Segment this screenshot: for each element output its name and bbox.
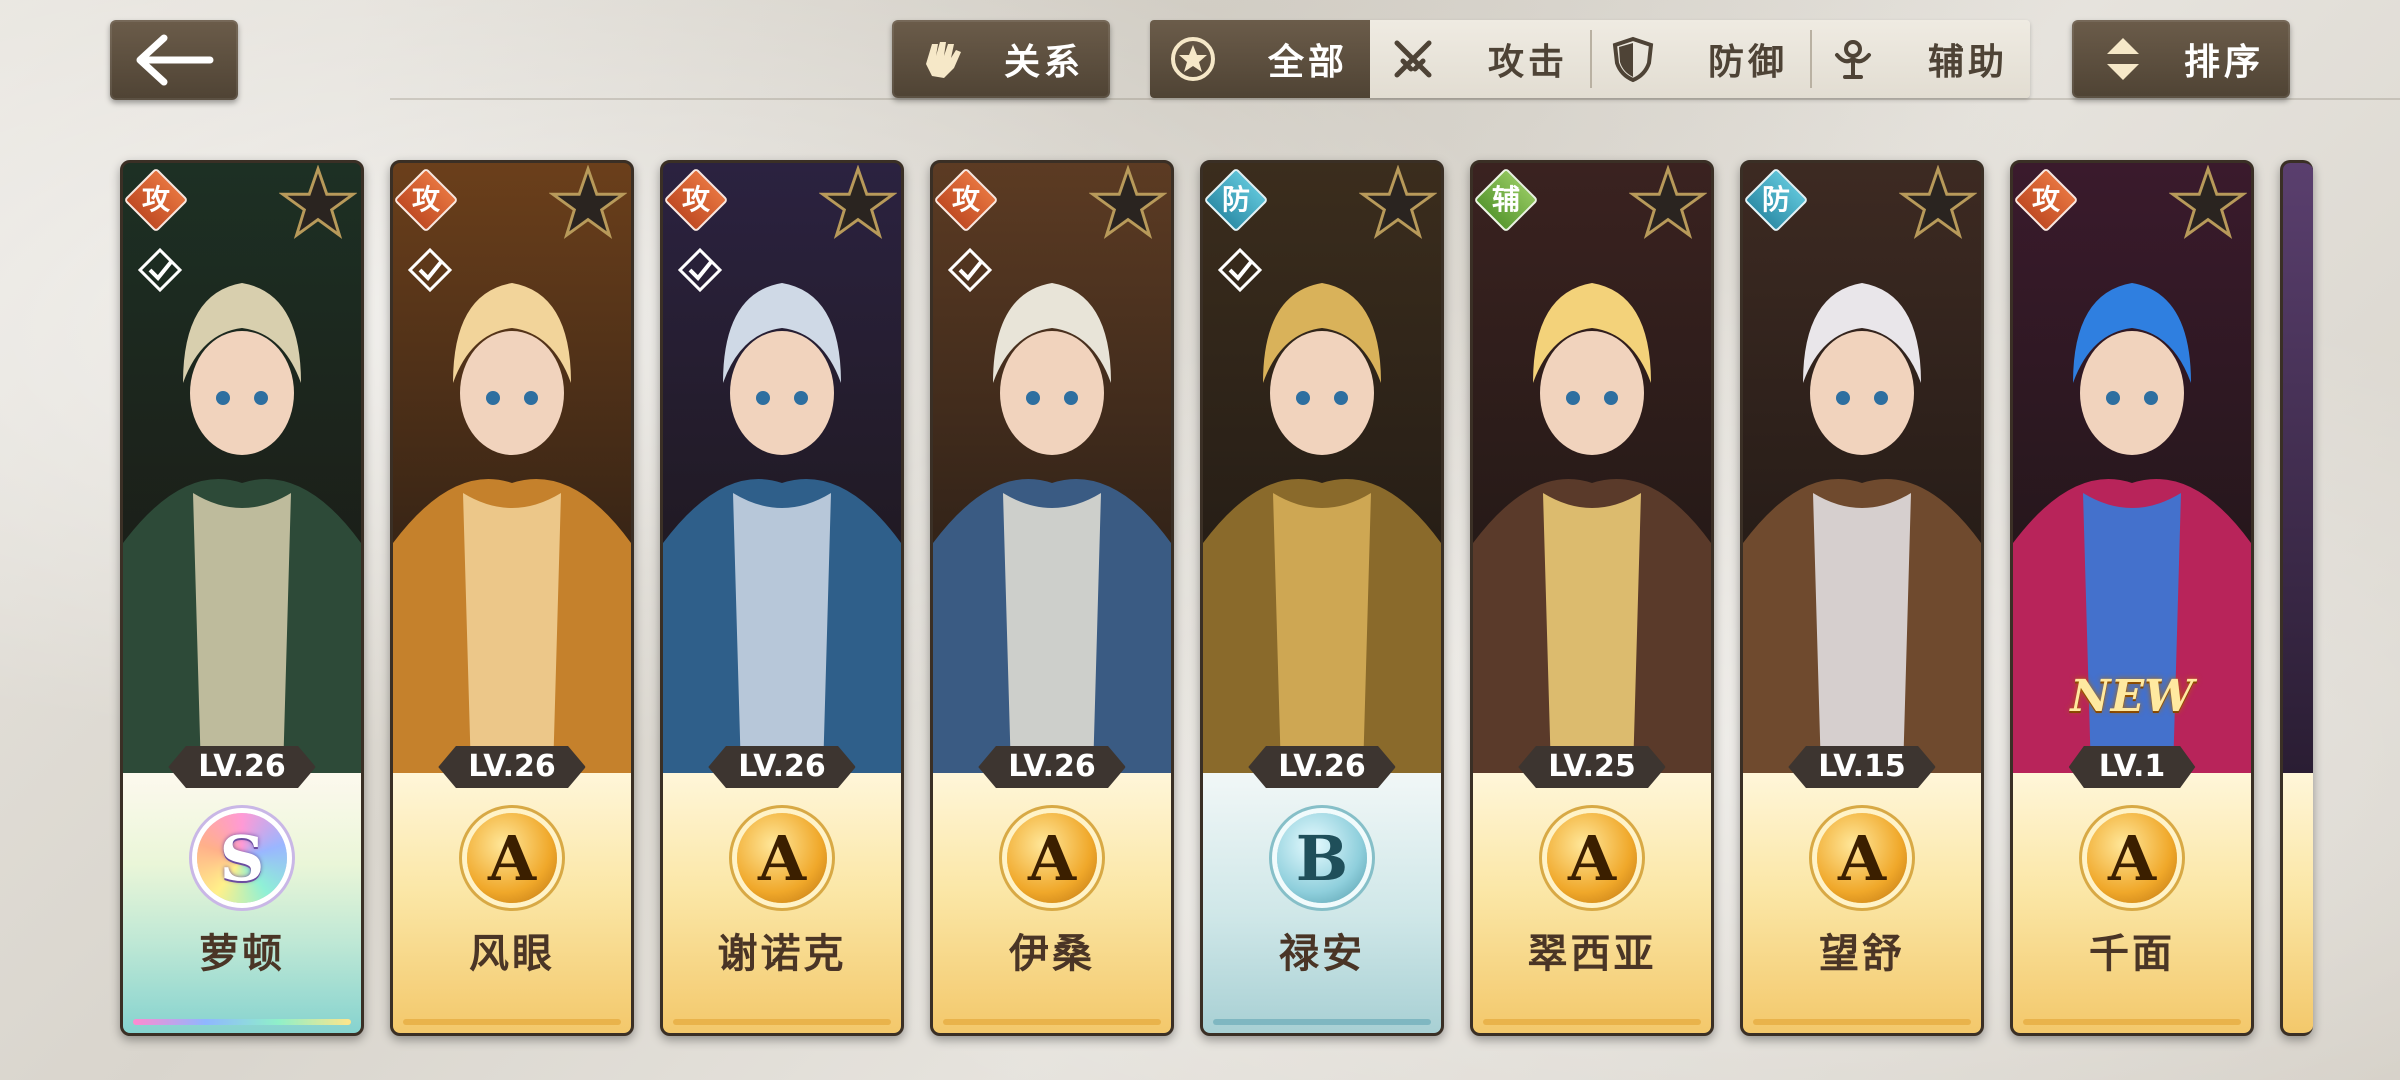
card-info: A 伊桑 (933, 773, 1171, 1033)
star-icon (1898, 164, 1978, 243)
character-card[interactable]: 攻 LV.26 A 风眼 (390, 160, 634, 1036)
character-card[interactable]: 防 LV.26 B 禄安 (1200, 160, 1444, 1036)
check-icon (407, 247, 453, 293)
role-badge-label: 攻 (141, 183, 170, 216)
check-icon (137, 247, 183, 293)
star-icon (1628, 164, 1708, 243)
rank-badge: S (197, 813, 287, 903)
star-icon (1358, 164, 1438, 243)
character-portrait (1743, 163, 1981, 773)
level-badge: LV.1 (2068, 746, 2196, 788)
rank-badge: A (2087, 813, 2177, 903)
sort-label: 排序 (2183, 42, 2264, 83)
level-badge: LV.15 (1788, 746, 1936, 788)
character-card[interactable]: 防 LV.15 A 望舒 (1740, 160, 1984, 1036)
tab-support[interactable]: 辅助 (1810, 20, 2030, 98)
character-card[interactable]: 攻 LV.26 A 谢诺克 (660, 160, 904, 1036)
relation-label: 关系 (1003, 42, 1084, 83)
tab-attack-label: 攻击 (1487, 42, 1568, 83)
rank-badge: A (1007, 813, 1097, 903)
tab-defense[interactable]: 防御 (1590, 20, 1810, 98)
rank-badge: A (467, 813, 557, 903)
character-portrait (1473, 163, 1711, 773)
support-figure-icon (1828, 34, 1878, 84)
level-badge: LV.26 (978, 746, 1126, 788)
role-badge-label: 防 (1221, 183, 1250, 216)
header-divider (390, 98, 2400, 100)
character-card-partial[interactable] (2280, 160, 2313, 1036)
progress-bar (943, 1019, 1161, 1025)
role-badge-label: 攻 (951, 183, 980, 216)
character-name: 望舒 (1819, 931, 1905, 977)
card-info: A 千面 (2013, 773, 2251, 1033)
level-badge: LV.25 (1518, 746, 1666, 788)
character-name: 伊桑 (1009, 931, 1095, 977)
card-info (2283, 773, 2313, 1033)
star-icon (2168, 164, 2248, 243)
progress-bar (1753, 1019, 1971, 1025)
character-card[interactable]: 攻 LV.26 S 萝顿 (120, 160, 364, 1036)
star-icon (548, 164, 628, 243)
progress-bar (673, 1019, 891, 1025)
progress-bar (1483, 1019, 1701, 1025)
role-badge-label: 攻 (2031, 183, 2060, 216)
level-badge: LV.26 (1248, 746, 1396, 788)
tab-all[interactable]: 全部 (1150, 20, 1370, 98)
check-icon (947, 247, 993, 293)
character-name: 谢诺克 (717, 931, 847, 977)
character-name: 翠西亚 (1527, 931, 1657, 977)
star-icon (278, 164, 358, 243)
new-tag: NEW (2070, 671, 2194, 722)
check-icon (1217, 247, 1263, 293)
character-portrait (2283, 163, 2313, 773)
card-info: A 谢诺克 (663, 773, 901, 1033)
rank-badge: B (1277, 813, 1367, 903)
star-icon (818, 164, 898, 243)
arrow-left-icon (136, 34, 214, 86)
sort-arrows-icon (2096, 32, 2150, 86)
card-info: S 萝顿 (123, 773, 361, 1033)
check-icon (677, 247, 723, 293)
tab-defense-label: 防御 (1707, 42, 1788, 83)
card-info: A 风眼 (393, 773, 631, 1033)
character-card[interactable]: 攻 LV.26 A 伊桑 (930, 160, 1174, 1036)
back-button[interactable] (110, 20, 238, 100)
character-card[interactable]: 攻 NEW LV.1 A 千面 (2010, 160, 2254, 1036)
rank-badge: A (1817, 813, 1907, 903)
rank-badge: A (1547, 813, 1637, 903)
progress-bar (2023, 1019, 2241, 1025)
role-badge-label: 攻 (681, 183, 710, 216)
star-icon (1088, 164, 1168, 243)
star-circle-icon (1168, 34, 1218, 84)
role-badge-label: 防 (1761, 183, 1790, 216)
role-badge-label: 攻 (411, 183, 440, 216)
character-list: 攻 LV.26 S 萝顿 攻 LV.26 A 风眼 攻 LV.26 A 谢诺克 … (120, 160, 2320, 1040)
progress-bar (403, 1019, 621, 1025)
character-name: 禄安 (1279, 931, 1365, 977)
role-badge-label: 辅 (1491, 183, 1520, 216)
character-name: 萝顿 (199, 931, 285, 977)
rank-badge: A (737, 813, 827, 903)
gauntlet-icon (916, 32, 970, 86)
tab-attack[interactable]: 攻击 (1370, 20, 1590, 98)
tab-all-label: 全部 (1267, 42, 1348, 83)
character-name: 千面 (2089, 931, 2175, 977)
card-info: B 禄安 (1203, 773, 1441, 1033)
character-card[interactable]: 辅 LV.25 A 翠西亚 (1470, 160, 1714, 1036)
relation-button[interactable]: 关系 (892, 20, 1110, 98)
character-name: 风眼 (469, 931, 555, 977)
card-info: A 翠西亚 (1473, 773, 1711, 1033)
sort-button[interactable]: 排序 (2072, 20, 2290, 98)
shield-icon (1608, 34, 1658, 84)
progress-bar (1213, 1019, 1431, 1025)
progress-bar (133, 1019, 351, 1025)
role-filter-tabs: 全部 攻击 防御 辅助 (1150, 20, 2030, 98)
level-badge: LV.26 (168, 746, 316, 788)
card-info: A 望舒 (1743, 773, 1981, 1033)
level-badge: LV.26 (708, 746, 856, 788)
tab-support-label: 辅助 (1927, 42, 2008, 83)
crossed-swords-icon (1388, 34, 1438, 84)
level-badge: LV.26 (438, 746, 586, 788)
